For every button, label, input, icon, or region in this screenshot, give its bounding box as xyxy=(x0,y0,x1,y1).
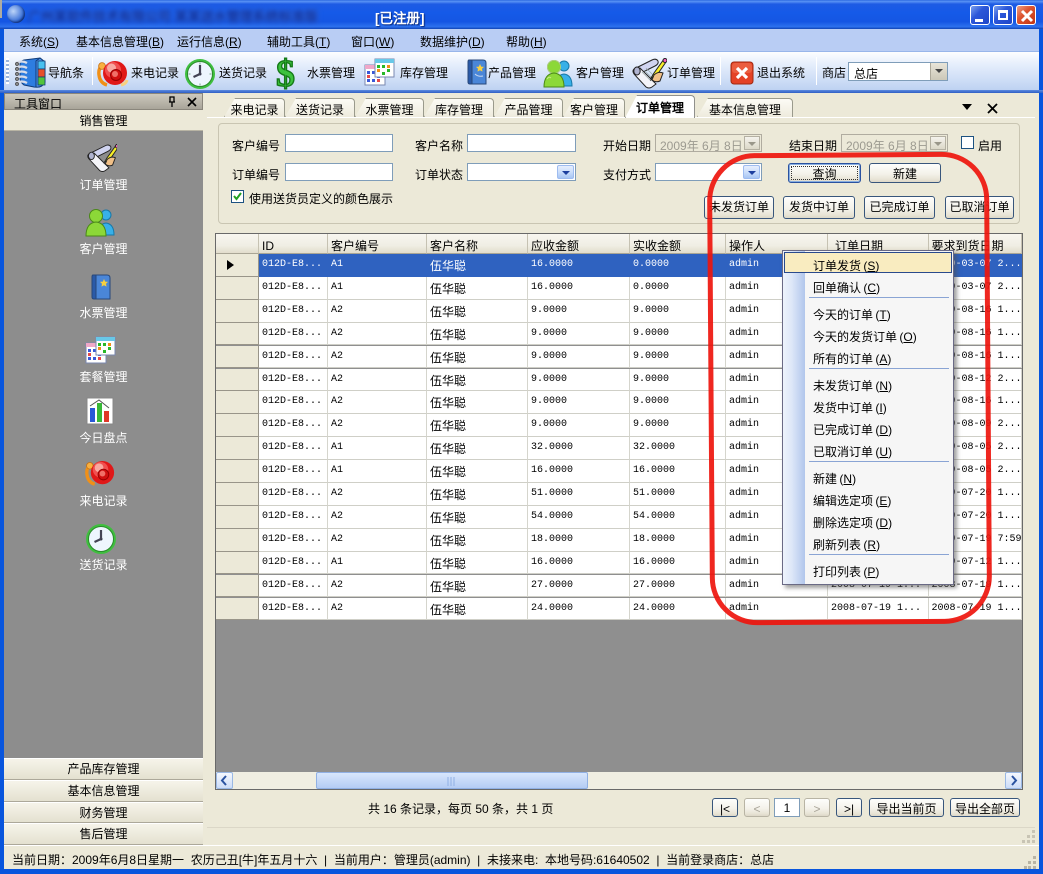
svg-text:$: $ xyxy=(276,55,295,91)
